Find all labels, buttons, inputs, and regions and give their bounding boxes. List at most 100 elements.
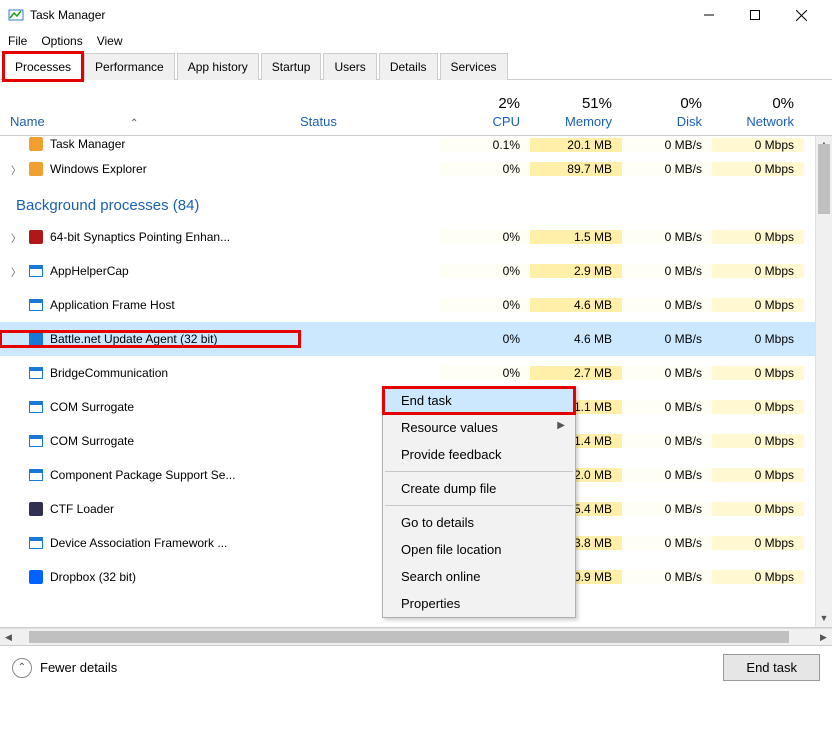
menu-item[interactable]: End task: [383, 387, 575, 414]
app-icon: [28, 433, 44, 449]
table-row[interactable]: 〉Windows Explorer0%89.7 MB0 MB/s0 Mbps: [0, 152, 832, 186]
menu-item[interactable]: Resource values▶: [383, 414, 575, 441]
menu-item[interactable]: Provide feedback: [383, 441, 575, 468]
header-cpu[interactable]: 2% CPU: [440, 95, 530, 135]
cell-value: 0 MB/s: [622, 570, 712, 584]
cell-value: 0%: [440, 332, 530, 346]
window-title: Task Manager: [30, 8, 105, 22]
tab-app-history[interactable]: App history: [177, 53, 259, 80]
maximize-button[interactable]: [732, 0, 778, 30]
cell-value: 0%: [440, 162, 530, 176]
process-name: COM Surrogate: [50, 434, 134, 448]
header-disk[interactable]: 0% Disk: [622, 95, 712, 135]
tab-users[interactable]: Users: [323, 53, 376, 80]
cell-value: 0 Mbps: [712, 264, 804, 278]
table-row[interactable]: BridgeCommunication0%2.7 MB0 MB/s0 Mbps: [0, 356, 832, 390]
expand-icon[interactable]: 〉: [10, 264, 22, 279]
scrollbar-thumb[interactable]: [818, 144, 830, 214]
table-row[interactable]: 〉64-bit Synaptics Pointing Enhan...0%1.5…: [0, 220, 832, 254]
table-row[interactable]: Task Manager0.1%20.1 MB0 MB/s0 Mbps: [0, 136, 832, 152]
menu-item[interactable]: Properties: [383, 590, 575, 617]
header-network-pct: 0%: [712, 95, 794, 112]
process-icon: [28, 501, 44, 517]
menu-options[interactable]: Options: [41, 34, 82, 48]
process-icon: [28, 229, 44, 245]
cell-value: 0 MB/s: [622, 468, 712, 482]
hscroll-track[interactable]: [17, 629, 815, 645]
tab-processes[interactable]: Processes: [4, 53, 82, 80]
menu-item[interactable]: Go to details: [383, 509, 575, 536]
expand-icon[interactable]: 〉: [10, 162, 22, 177]
process-name-cell: Dropbox (32 bit): [0, 569, 300, 585]
cell-value: 0 Mbps: [712, 434, 804, 448]
menu-separator: [385, 471, 573, 472]
app-icon: [28, 365, 44, 381]
submenu-arrow-icon: ▶: [557, 420, 565, 431]
menu-view[interactable]: View: [97, 34, 123, 48]
header-memory[interactable]: 51% Memory: [530, 95, 622, 135]
expand-icon[interactable]: 〉: [10, 230, 22, 245]
cell-value: 0 MB/s: [622, 298, 712, 312]
cell-value: 0 MB/s: [622, 138, 712, 152]
cell-value: 0 MB/s: [622, 162, 712, 176]
process-name: BridgeCommunication: [50, 366, 168, 380]
window-controls: [686, 0, 824, 30]
table-row[interactable]: Battle.net Update Agent (32 bit)0%4.6 MB…: [0, 322, 832, 356]
scroll-right-icon[interactable]: ▶: [815, 632, 832, 643]
header-cpu-label: CPU: [493, 114, 520, 129]
process-name: 64-bit Synaptics Pointing Enhan...: [50, 230, 230, 244]
app-icon: [28, 263, 44, 279]
process-name-cell: BridgeCommunication: [0, 365, 300, 381]
cell-value: 0 Mbps: [712, 162, 804, 176]
cell-value: 0 Mbps: [712, 230, 804, 244]
process-name: Dropbox (32 bit): [50, 570, 136, 584]
header-status[interactable]: Status: [300, 114, 440, 135]
menu-item[interactable]: Search online: [383, 563, 575, 590]
header-name[interactable]: ⌃ Name: [0, 114, 300, 135]
context-menu: End taskResource values▶Provide feedback…: [382, 386, 576, 618]
process-icon: [28, 331, 44, 347]
footer: ⌃ Fewer details End task: [0, 645, 832, 689]
header-name-label: Name: [10, 114, 45, 129]
scroll-down-icon[interactable]: ▼: [816, 610, 832, 627]
cell-value: 2.7 MB: [530, 366, 622, 380]
tab-startup[interactable]: Startup: [261, 53, 322, 80]
tab-details[interactable]: Details: [379, 53, 438, 80]
cell-value: 0%: [440, 366, 530, 380]
process-name-cell: Task Manager: [0, 136, 300, 152]
minimize-button[interactable]: [686, 0, 732, 30]
hscroll-thumb[interactable]: [29, 631, 789, 643]
process-name-cell: 〉AppHelperCap: [0, 263, 300, 279]
tab-bar: Processes Performance App history Startu…: [0, 52, 832, 80]
cell-value: 20.1 MB: [530, 138, 622, 152]
title-bar: Task Manager: [0, 0, 832, 30]
cell-value: 0 MB/s: [622, 332, 712, 346]
cell-value: 0 Mbps: [712, 468, 804, 482]
cell-value: 0 Mbps: [712, 298, 804, 312]
vertical-scrollbar[interactable]: ▲ ▼: [815, 136, 832, 627]
close-button[interactable]: [778, 0, 824, 30]
cell-value: 0%: [440, 264, 530, 278]
tab-performance[interactable]: Performance: [84, 53, 175, 80]
header-network[interactable]: 0% Network: [712, 95, 804, 135]
process-name-cell: Component Package Support Se...: [0, 467, 300, 483]
process-name-cell: Device Association Framework ...: [0, 535, 300, 551]
cell-value: 0 MB/s: [622, 536, 712, 550]
menu-item[interactable]: Create dump file: [383, 475, 575, 502]
cell-value: 89.7 MB: [530, 162, 622, 176]
cell-value: 0 MB/s: [622, 264, 712, 278]
fewer-details-label: Fewer details: [40, 660, 117, 675]
menu-file[interactable]: File: [8, 34, 27, 48]
horizontal-scrollbar[interactable]: ◀ ▶: [0, 628, 832, 645]
header-memory-pct: 51%: [530, 95, 612, 112]
scroll-left-icon[interactable]: ◀: [0, 632, 17, 643]
tab-services[interactable]: Services: [440, 53, 508, 80]
app-icon: [28, 467, 44, 483]
fewer-details-button[interactable]: ⌃ Fewer details: [12, 658, 117, 678]
table-row[interactable]: 〉AppHelperCap0%2.9 MB0 MB/s0 Mbps: [0, 254, 832, 288]
end-task-button[interactable]: End task: [723, 654, 820, 681]
process-name: Component Package Support Se...: [50, 468, 235, 482]
table-row[interactable]: Application Frame Host0%4.6 MB0 MB/s0 Mb…: [0, 288, 832, 322]
menu-item[interactable]: Open file location: [383, 536, 575, 563]
cell-value: 4.6 MB: [530, 298, 622, 312]
